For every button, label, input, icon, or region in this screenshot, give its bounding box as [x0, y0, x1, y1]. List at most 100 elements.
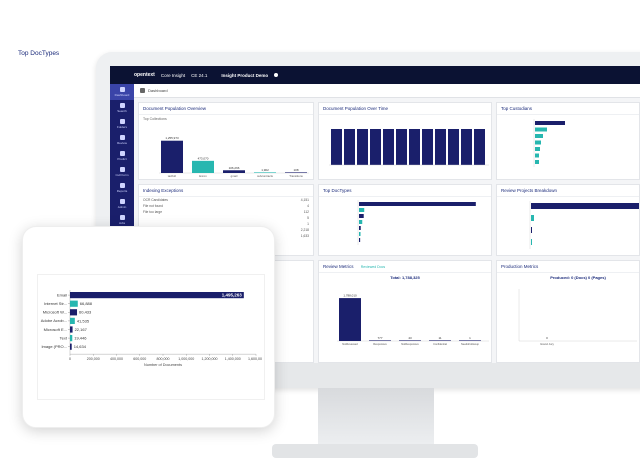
bar-Adobe Acrob... — [70, 317, 75, 324]
time-bar — [357, 129, 368, 165]
time-bar — [396, 129, 407, 165]
custodian-bar — [535, 134, 543, 138]
sidebar-item-predict[interactable]: Predict — [110, 148, 134, 164]
monitor-stand-base — [272, 444, 478, 458]
mini-doctype-bar — [359, 232, 361, 236]
card-title: Document Population Over Time — [319, 103, 491, 115]
bar-value-label: 1 — [469, 336, 471, 340]
home-icon[interactable] — [140, 88, 145, 93]
sidebar-item-reports[interactable]: Reports — [110, 180, 134, 196]
category-label: Microsoft E... — [44, 327, 67, 332]
bar-category-label: subcontracts — [257, 174, 273, 178]
nav-icon — [119, 167, 125, 172]
x-tick-label: 1,000,000 — [178, 357, 194, 361]
exception-count: 4,151 — [300, 198, 309, 202]
mini-doctype-bar — [359, 208, 365, 212]
mini-doctype-bar — [359, 220, 363, 224]
exception-count: 2,218 — [300, 228, 309, 232]
nav-icon — [119, 183, 125, 188]
bar-Responsive — [369, 340, 391, 341]
time-bar — [461, 129, 472, 165]
bar-Enron — [192, 160, 214, 173]
monitor-stand-neck — [318, 388, 434, 444]
bar-value-label: 11 — [438, 336, 441, 340]
card-population-overview: Document Population Overview Top Collect… — [138, 102, 314, 180]
bar-Microsoft W... — [70, 309, 78, 316]
mini-doctype-bar — [359, 226, 361, 230]
mini-doctype-bar — [359, 238, 361, 242]
nav-icon — [119, 119, 125, 124]
overview-bar-chart: 1,255,973 tactfuh 473,070 Enron 106,266 gmail… — [159, 136, 309, 178]
x-tick-label: 0 — [69, 357, 71, 361]
sidebar-item-cull-form[interactable]: Cull Form — [110, 164, 134, 180]
time-bar — [383, 129, 394, 165]
custodians-chart — [533, 119, 565, 167]
category-label: Internet Str... — [44, 301, 67, 306]
bar-category-label: Enron — [199, 174, 207, 178]
review-metrics-chart: 1,788,010 NotReviewed 777 Responsive 43 NotRe… — [337, 294, 489, 346]
value-label: 66,888 — [80, 301, 93, 306]
bar-Microsoft E... — [70, 326, 73, 333]
value-label: 41,535 — [77, 318, 90, 323]
sidebar-item-dashboard[interactable]: Dashboard — [110, 84, 134, 100]
breakdown-bar — [531, 215, 534, 221]
card-population-over-time: Document Population Over Time — [318, 102, 492, 180]
x-tick-label: 1,400,000 — [225, 357, 241, 361]
bar-value-label: 1,788,010 — [343, 294, 357, 298]
card-title: Production Metrics — [497, 261, 639, 273]
bar-value-label: 1,902 — [261, 168, 269, 172]
x-tick-label: 1,600,000 — [248, 357, 262, 361]
custodian-bar — [535, 127, 547, 132]
card-review-breakdown: Review Projects Breakdown — [496, 184, 640, 256]
bar-category-label: tactfuh — [168, 174, 177, 178]
x-tick-label: 400,000 — [110, 357, 123, 361]
nav-icon — [119, 103, 125, 108]
card-top-custodians: Top Custodians — [496, 102, 640, 180]
doctypes-mini-chart — [357, 200, 476, 245]
x-axis-label: Number of Documents — [144, 363, 182, 367]
bar-value-label: 43 — [408, 336, 412, 340]
exception-label: OCR Candidates — [143, 198, 168, 202]
bar-tactfuh — [161, 140, 183, 173]
sidebar-item-folders[interactable]: Folders — [110, 116, 134, 132]
card-title: Top Custodians — [497, 103, 639, 115]
bar-category-label: NeedsFollowup — [461, 342, 479, 346]
category-label: Microsoft W... — [43, 310, 67, 315]
category-label: Image (PRO... — [41, 344, 67, 349]
time-bar — [409, 129, 420, 165]
breadcrumb-label: Dashboard — [148, 88, 168, 93]
project-selector[interactable]: Insight Product Demo — [221, 73, 268, 78]
sidebar-item-label: Predict — [117, 157, 127, 161]
review-metrics-title: Review Metrics — [323, 264, 354, 269]
sidebar-item-search[interactable]: Search — [110, 100, 134, 116]
sidebar-item-review[interactable]: Review — [110, 132, 134, 148]
bar-category-label: Grand Jury — [540, 342, 554, 346]
brand-logo: opentext — [134, 72, 155, 78]
sidebar-item-label: Dashboard — [114, 93, 130, 97]
exception-label: File too large — [143, 210, 163, 214]
bar-NeedsFollowup — [459, 340, 481, 341]
custodian-bar — [535, 147, 540, 151]
custodian-bar — [535, 121, 565, 125]
bar-value-label: 108 — [293, 168, 298, 172]
time-bar — [422, 129, 433, 165]
review-metrics-dropdown[interactable]: Reviewed Docs — [361, 265, 385, 269]
card-title: Document Population Overview — [139, 103, 313, 115]
exception-label: File not found — [143, 204, 163, 208]
time-bar — [331, 129, 342, 165]
bar-Confidential — [429, 340, 451, 341]
category-label: Email — [57, 292, 67, 297]
bar-gmail — [223, 170, 245, 173]
sidebar-item-label: Search — [117, 109, 127, 113]
sidebar-item-admin[interactable]: Admin — [110, 196, 134, 212]
card-title: Indexing Exceptions — [139, 185, 313, 197]
card-production-metrics: Production Metrics Produced: 0 (Docs) 0 … — [496, 260, 640, 363]
breakdown-bar — [531, 203, 639, 209]
chevron-down-icon[interactable] — [274, 73, 279, 77]
card-subtitle: Top Collections — [143, 117, 167, 121]
bar-value-label: 1,255,973 — [165, 136, 179, 140]
bar-NotReviewed — [339, 298, 361, 341]
time-bar — [435, 129, 446, 165]
card-review-metrics: Review Metrics Reviewed Docs Total: 1,78… — [318, 260, 492, 363]
sidebar-item-label: Review — [117, 141, 127, 145]
